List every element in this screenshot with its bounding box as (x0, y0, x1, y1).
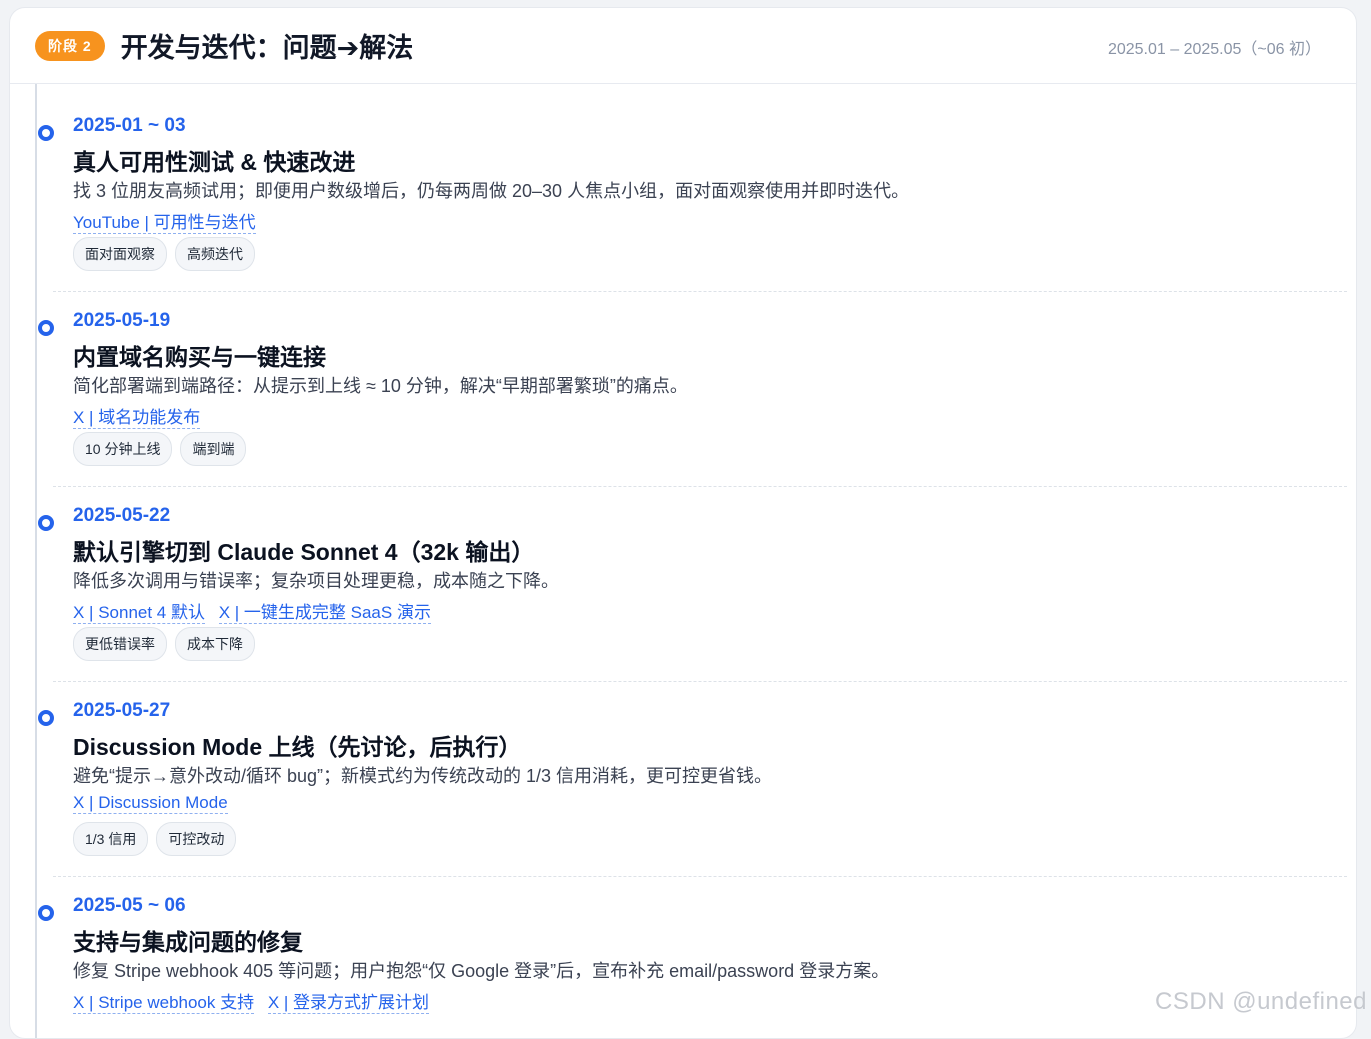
entry-description: 避免“提示→意外改动/循环 bug”；新模式约为传统改动的 1/3 信用消耗，更… (73, 766, 773, 786)
entry-date: 2025-05-22 (73, 505, 171, 526)
timeline-line (35, 84, 37, 1038)
timeline-dot-icon (38, 125, 54, 141)
watermark: CSDN @undefined (1155, 988, 1367, 1015)
entry-date: 2025-05-27 (73, 700, 171, 721)
entry-title: 支持与集成问题的修复 (73, 929, 303, 955)
source-link[interactable]: X | 一键生成完整 SaaS 演示 (218, 603, 431, 624)
source-link[interactable]: YouTube | 可用性与迭代 (73, 213, 256, 234)
entry-links: YouTube | 可用性与迭代 (73, 208, 265, 234)
entry-date: 2025-01 ~ 03 (73, 115, 186, 136)
entry-tags: 10 分钟上线 端到端 (73, 432, 247, 466)
tag-chip: 端到端 (180, 432, 247, 466)
tag-chip: 成本下降 (175, 627, 255, 661)
tag-chip: 10 分钟上线 (73, 432, 173, 466)
entry-description: 找 3 位朋友高频试用；即便用户数级增后，仍每两周做 20–30 人焦点小组，面… (73, 181, 910, 201)
stage-date-range: 2025.01 – 2025.05（~06 初） (1107, 41, 1321, 58)
stage-header: 阶段 2 开发与迭代：问题➔解法 2025.01 – 2025.05（~06 初… (10, 8, 1356, 84)
tag-chip: 面对面观察 (73, 237, 167, 271)
entry-description: 降低多次调用与错误率；复杂项目处理更稳，成本随之下降。 (73, 571, 559, 591)
entry-date: 2025-05 ~ 06 (73, 895, 186, 916)
entry-divider (53, 486, 1347, 487)
tag-chip: 更低错误率 (73, 627, 167, 661)
source-link[interactable]: X | Sonnet 4 默认 (73, 603, 205, 624)
entry-title: Discussion Mode 上线（先讨论，后执行） (73, 734, 522, 760)
entry-tags: 面对面观察 高频迭代 (73, 237, 255, 271)
entry-title: 内置域名购买与一键连接 (73, 344, 326, 370)
tag-chip: 高频迭代 (175, 237, 255, 271)
entry-date: 2025-05-19 (73, 310, 171, 331)
source-link[interactable]: X | Stripe webhook 支持 (73, 993, 255, 1014)
entry-description: 简化部署端到端路径：从提示到上线 ≈ 10 分钟，解决“早期部署繁琐”的痛点。 (73, 376, 688, 396)
stage-badge: 阶段 2 (35, 30, 105, 61)
stage-title: 开发与迭代：问题➔解法 (120, 33, 414, 63)
tag-chip: 可控改动 (156, 822, 237, 856)
entry-divider (53, 291, 1347, 292)
timeline-dot-icon (38, 710, 54, 726)
entry-links: X | Discussion Mode (73, 793, 237, 814)
timeline-dot-icon (38, 320, 54, 336)
source-link[interactable]: X | 登录方式扩展计划 (267, 993, 430, 1014)
entry-description: 修复 Stripe webhook 405 等问题；用户抱怨“仅 Google … (73, 961, 890, 981)
source-link[interactable]: X | Discussion Mode (73, 793, 228, 814)
entry-tags: 更低错误率 成本下降 (73, 627, 255, 661)
timeline-dot-icon (38, 515, 54, 531)
entry-links: X | Stripe webhook 支持 X | 登录方式扩展计划 (73, 988, 438, 1014)
entry-tags: 1/3 信用 可控改动 (73, 822, 237, 856)
source-link[interactable]: X | 域名功能发布 (73, 408, 201, 429)
entry-links: X | Sonnet 4 默认 X | 一键生成完整 SaaS 演示 (73, 598, 440, 624)
entry-links: X | 域名功能发布 (73, 403, 209, 429)
stage-card: 阶段 2 开发与迭代：问题➔解法 2025.01 – 2025.05（~06 初… (9, 7, 1357, 1039)
entry-divider (53, 681, 1347, 682)
entry-divider (53, 876, 1347, 877)
tag-chip: 1/3 信用 (73, 822, 149, 856)
entry-title: 真人可用性测试 & 快速改进 (73, 149, 356, 175)
entry-title: 默认引擎切到 Claude Sonnet 4（32k 输出） (73, 539, 535, 565)
timeline-dot-icon (38, 905, 54, 921)
